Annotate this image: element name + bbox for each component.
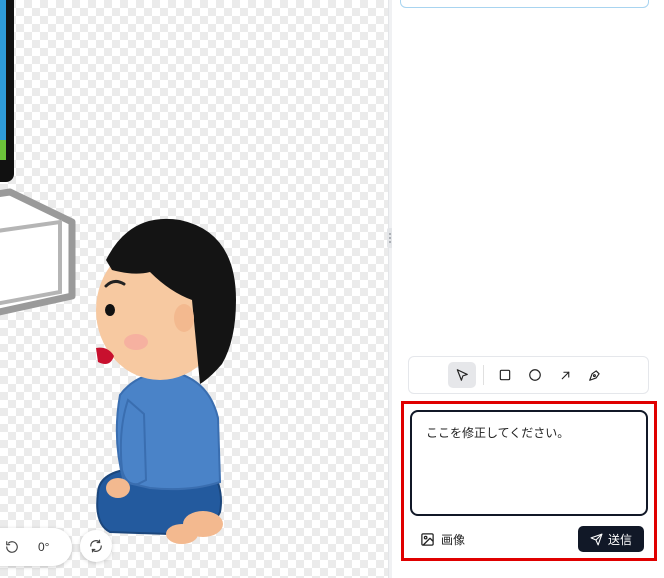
refresh-icon bbox=[90, 539, 102, 553]
tv-screen-grass bbox=[0, 140, 6, 160]
circle-icon bbox=[529, 369, 541, 381]
boy-foot bbox=[166, 524, 198, 544]
rotation-control: 0° bbox=[0, 528, 72, 566]
tv-screen bbox=[0, 0, 6, 150]
send-label: 送信 bbox=[607, 532, 632, 547]
rotate-left-icon[interactable] bbox=[0, 535, 24, 559]
cursor-arrow-icon bbox=[456, 369, 468, 381]
select-tool-button[interactable] bbox=[448, 362, 476, 388]
attach-image-button[interactable]: 画像 bbox=[420, 528, 465, 550]
arrow-up-right-icon bbox=[561, 371, 569, 379]
ellipse-tool-button[interactable] bbox=[521, 362, 549, 388]
send-icon bbox=[590, 533, 603, 545]
boy-arm bbox=[119, 398, 148, 486]
attach-image-label: 画像 bbox=[441, 532, 466, 547]
illustration-boy-watching-tv bbox=[0, 0, 236, 544]
rotation-angle: 0° bbox=[38, 540, 50, 554]
boy-cheek bbox=[124, 334, 148, 350]
annotation-toolbar bbox=[408, 356, 649, 394]
comment-card bbox=[400, 0, 649, 8]
send-button[interactable]: 送信 bbox=[578, 526, 644, 552]
reset-rotation-button[interactable] bbox=[80, 530, 112, 562]
boy-eye bbox=[105, 304, 115, 316]
pen-tool-button[interactable] bbox=[581, 362, 609, 388]
image-icon bbox=[421, 532, 434, 546]
boy-ear bbox=[174, 304, 194, 332]
boy-hand bbox=[106, 478, 130, 498]
rectangle-tool-button[interactable] bbox=[491, 362, 519, 388]
toolbar-divider bbox=[483, 365, 484, 385]
arrow-tool-button[interactable] bbox=[551, 362, 579, 388]
image-canvas[interactable]: 0° bbox=[0, 0, 388, 578]
square-icon bbox=[499, 369, 511, 381]
pen-nib-icon bbox=[589, 370, 600, 381]
comment-input[interactable]: ここを修正してください。 bbox=[410, 410, 648, 516]
